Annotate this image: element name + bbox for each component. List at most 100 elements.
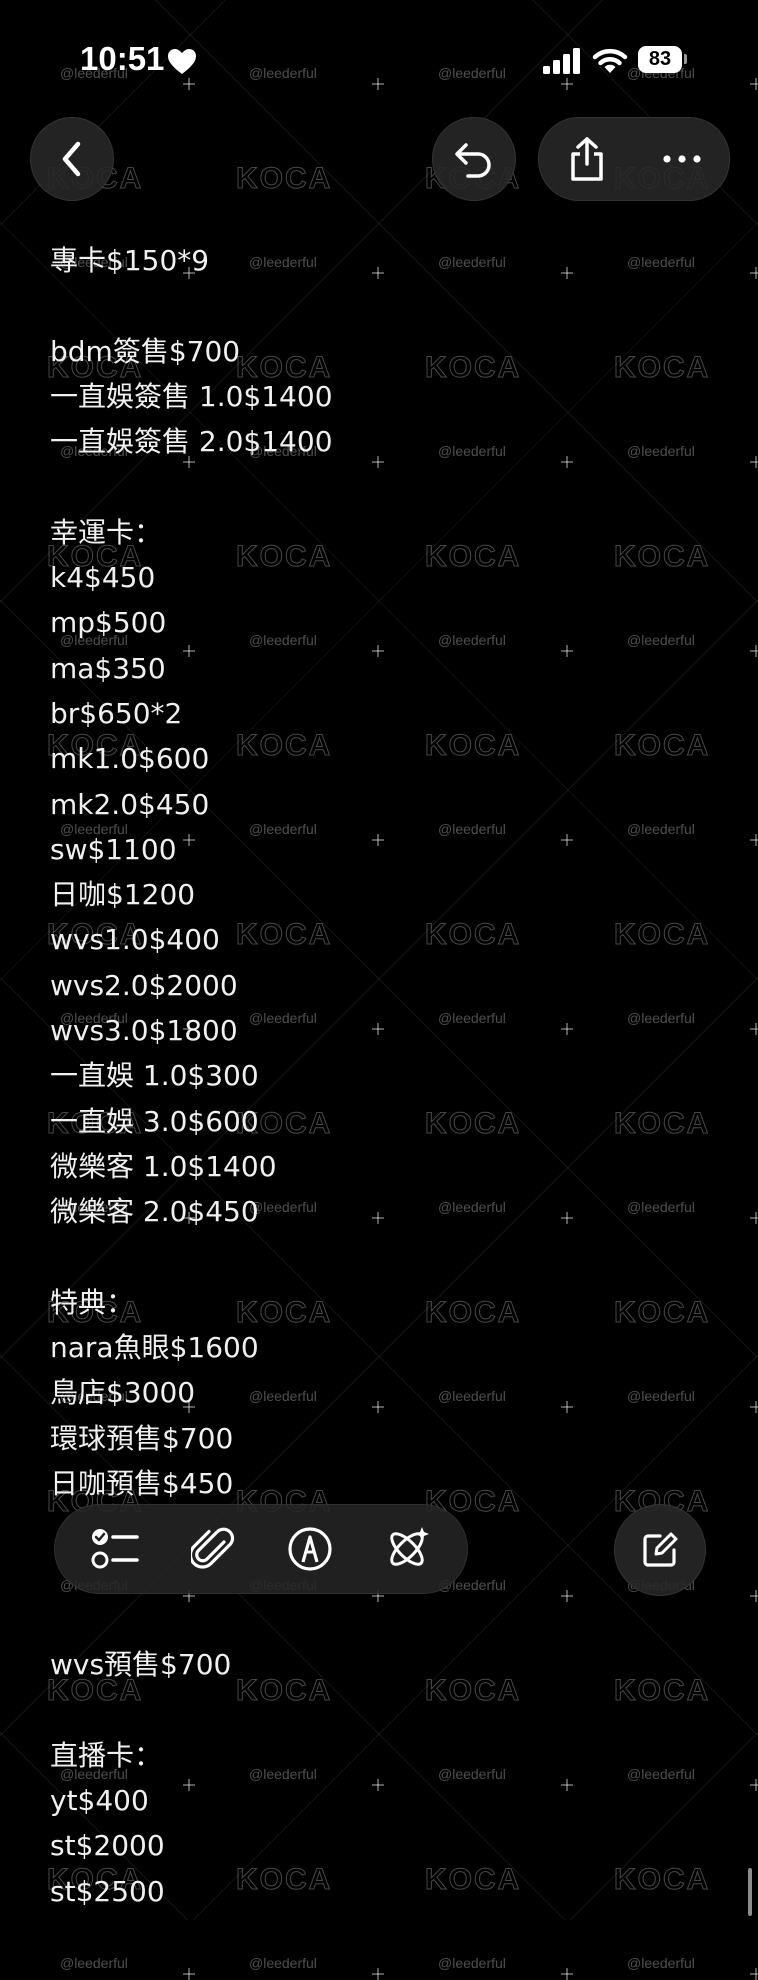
watermark-cross xyxy=(561,834,573,846)
share-button[interactable] xyxy=(557,129,617,189)
watermark-cell: KOCA @leederful xyxy=(567,1029,758,1224)
watermark-cross xyxy=(750,1023,758,1035)
note-line: 日咖預售$450 xyxy=(50,1467,234,1501)
watermark-cell: KOCA @leederful xyxy=(567,462,758,657)
watermark-cross xyxy=(372,834,384,846)
share-more-group xyxy=(538,117,730,201)
watermark-logo: KOCA xyxy=(613,918,711,952)
signal-icon xyxy=(543,48,580,74)
note-blank-line xyxy=(50,464,333,509)
watermark-cross xyxy=(183,1968,195,1980)
undo-button[interactable] xyxy=(432,117,516,201)
note-line: 日咖$1200 xyxy=(50,878,196,912)
watermark-handle: @leederful xyxy=(438,1388,506,1404)
compose-icon xyxy=(643,1532,678,1567)
note-line: br$650*2 xyxy=(50,696,183,730)
note-line: mk1.0$600 xyxy=(50,742,210,776)
watermark-handle: @leederful xyxy=(438,1199,506,1215)
battery-tip xyxy=(684,54,687,64)
note-line: wvs2.0$2000 xyxy=(50,968,238,1002)
watermark-cross xyxy=(372,1212,384,1224)
watermark-cross xyxy=(372,1968,384,1980)
note-line: bdm簽售$700 xyxy=(50,334,241,368)
watermark-cross xyxy=(750,1968,758,1980)
watermark-handle: @leederful xyxy=(60,1955,128,1971)
watermark-cross xyxy=(750,1212,758,1224)
watermark-handle: @leederful xyxy=(627,1766,695,1782)
watermark-cell: KOCA @leederful xyxy=(378,1785,573,1980)
watermark-handle: @leederful xyxy=(249,1955,317,1971)
note-line: 一直娛 3.0$600 xyxy=(50,1104,259,1138)
watermark-cross xyxy=(561,1212,573,1224)
watermark-cell: KOCA @leederful xyxy=(567,1785,758,1980)
note-line: st$2000 xyxy=(50,1829,165,1863)
watermark-cell: KOCA @leederful xyxy=(567,273,758,468)
watermark-cross xyxy=(750,1590,758,1602)
note-line: 特典： xyxy=(50,1285,135,1319)
bottom-toolbar xyxy=(54,1504,468,1594)
heart-icon xyxy=(168,49,196,74)
wifi-icon xyxy=(592,48,628,73)
attachment-button[interactable] xyxy=(182,1518,244,1580)
back-button[interactable] xyxy=(30,117,114,201)
note-blank-line xyxy=(50,1688,333,1733)
note-line: ma$350 xyxy=(50,651,166,685)
note-body[interactable]: 專卡$150*9 bdm簽售$700 一直娛簽售 1.0$1400 一直娛簽售 2.0… xyxy=(50,238,333,1914)
compose-button[interactable] xyxy=(614,1504,706,1596)
watermark-cross xyxy=(561,645,573,657)
watermark-cross xyxy=(750,1779,758,1791)
watermark-handle: @leederful xyxy=(627,443,695,459)
watermark-cell: KOCA @leederful xyxy=(378,1218,573,1413)
share-icon xyxy=(570,137,603,181)
scroll-indicator[interactable] xyxy=(748,1868,752,1916)
note-line: 環球預售$700 xyxy=(50,1421,234,1455)
watermark-cell: KOCA @leederful xyxy=(567,1596,758,1791)
note-line: sw$1100 xyxy=(50,832,177,866)
watermark-cross xyxy=(750,267,758,279)
watermark-logo: KOCA xyxy=(613,351,711,385)
more-button[interactable] xyxy=(652,129,712,189)
watermark-handle: @leederful xyxy=(627,254,695,270)
watermark-handle: @leederful xyxy=(438,443,506,459)
status-bar: 10:51 83 xyxy=(0,0,758,120)
watermark-logo: KOCA xyxy=(424,1863,522,1897)
watermark-logo: KOCA xyxy=(424,1674,522,1708)
note-line: 專卡$150*9 xyxy=(50,244,210,277)
watermark-cross xyxy=(561,267,573,279)
markup-button[interactable] xyxy=(279,1518,341,1580)
watermark-cell: KOCA @leederful xyxy=(567,840,758,1035)
watermark-handle: @leederful xyxy=(438,1955,506,1971)
note-line: 幸運卡： xyxy=(50,515,163,549)
watermark-handle: @leederful xyxy=(627,1388,695,1404)
note-line: wvs預售$700 xyxy=(50,1648,232,1682)
note-line: 直播卡： xyxy=(50,1738,163,1772)
watermark-cell: KOCA @leederful xyxy=(567,1218,758,1413)
status-time: 10:51 xyxy=(80,40,165,77)
watermark-cell: KOCA @leederful xyxy=(378,462,573,657)
note-line: yt$400 xyxy=(50,1784,149,1818)
watermark-cross xyxy=(750,645,758,657)
undo-icon xyxy=(455,143,491,178)
watermark-logo: KOCA xyxy=(613,1674,711,1708)
watermark-logo: KOCA xyxy=(613,540,711,574)
battery-level: 83 xyxy=(638,46,682,73)
watermark-logo: KOCA xyxy=(424,1296,522,1330)
watermark-handle: @leederful xyxy=(627,1955,695,1971)
watermark-handle: @leederful xyxy=(438,632,506,648)
writing-tools-button[interactable] xyxy=(376,1518,438,1580)
watermark-cell: KOCA @leederful xyxy=(378,840,573,1035)
note-line: mp$500 xyxy=(50,606,167,640)
watermark-logo: KOCA xyxy=(424,351,522,385)
watermark-handle: @leederful xyxy=(627,1010,695,1026)
watermark-cell: KOCA @leederful xyxy=(378,1029,573,1224)
watermark-handle: @leederful xyxy=(438,1010,506,1026)
note-line: 微樂客 2.0$450 xyxy=(50,1195,259,1229)
checklist-button[interactable] xyxy=(85,1518,147,1580)
watermark-cross xyxy=(561,1401,573,1413)
note-blank-line xyxy=(50,1235,333,1280)
watermark-cross xyxy=(750,456,758,468)
watermark-logo: KOCA xyxy=(613,1296,711,1330)
note-blank-line xyxy=(50,1597,333,1642)
watermark-cell: KOCA @leederful xyxy=(567,651,758,846)
watermark-cross xyxy=(372,1023,384,1035)
